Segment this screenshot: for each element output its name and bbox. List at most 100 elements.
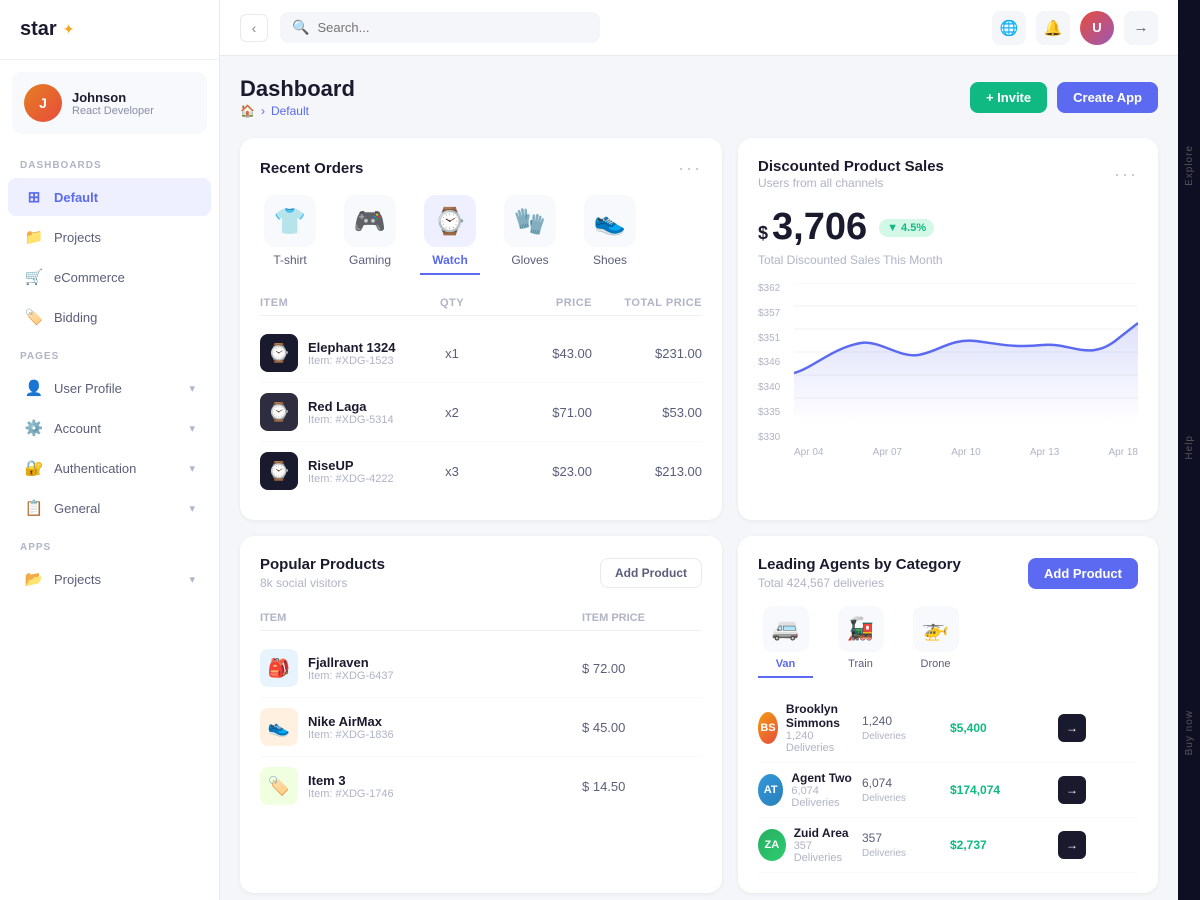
table-row: ⌚ Red Laga Item: #XDG-5314 x2 $71.00 $53… xyxy=(260,383,702,442)
top-row: Recent Orders ··· 👕 T-shirt 🎮 Gaming ⌚ xyxy=(240,138,1158,520)
logo-star-icon: ✦ xyxy=(63,21,75,38)
agent-arrow-button[interactable]: → xyxy=(1058,831,1086,859)
table-row: AT Agent Two 6,074 Deliveries 6,074Deliv… xyxy=(758,763,1138,818)
order-tab-watch[interactable]: ⌚ Watch xyxy=(420,195,480,275)
agent-info: ZA Zuid Area 357 Deliveries xyxy=(758,826,854,864)
help-label[interactable]: Help xyxy=(1184,435,1195,460)
chevron-down-icon: ▾ xyxy=(189,422,195,435)
user-role: React Developer xyxy=(72,105,154,117)
item-info: 👟 Nike AirMax Item: #XDG-1836 xyxy=(260,708,582,746)
discounted-sales-menu[interactable]: ··· xyxy=(1114,164,1138,185)
topbar-right: 🌐 🔔 U → xyxy=(992,11,1158,45)
search-icon: 🔍 xyxy=(292,19,309,36)
chart-container: $362 $357 $351 $346 $340 $335 $330 xyxy=(758,283,1138,443)
item-info: ⌚ Elephant 1324 Item: #XDG-1523 xyxy=(260,334,412,372)
agents-tabs: 🚐 Van 🚂 Train 🚁 Drone xyxy=(758,606,1138,678)
search-input[interactable] xyxy=(317,20,588,35)
gloves-icon: 🧤 xyxy=(504,195,556,247)
sidebar-item-apps-projects[interactable]: 📂 Projects ▾ xyxy=(8,560,211,598)
item-image: ⌚ xyxy=(260,334,298,372)
discounted-sales-title: Discounted Product Sales xyxy=(758,158,944,175)
drone-icon: 🚁 xyxy=(913,606,959,652)
list-item: 🎒 Fjallraven Item: #XDG-6437 $ 72.00 xyxy=(260,639,702,698)
account-icon: ⚙️ xyxy=(24,418,44,438)
table-row: BS Brooklyn Simmons 1,240 Deliveries 1,2… xyxy=(758,694,1138,763)
breadcrumb-separator: › xyxy=(261,104,265,118)
item-info: 🎒 Fjallraven Item: #XDG-6437 xyxy=(260,649,582,687)
tshirt-icon: 👕 xyxy=(264,195,316,247)
item-info: ⌚ RiseUP Item: #XDG-4222 xyxy=(260,452,412,490)
agent-earnings: $2,737 xyxy=(950,838,1050,852)
bottom-row: Popular Products 8k social visitors Add … xyxy=(240,536,1158,893)
item-image: 🎒 xyxy=(260,649,298,687)
notification-icon[interactable]: 🔔 xyxy=(1036,11,1070,45)
discounted-sales-card: Discounted Product Sales Users from all … xyxy=(738,138,1158,520)
discounted-sales-header: Discounted Product Sales Users from all … xyxy=(758,158,1138,190)
recent-orders-menu[interactable]: ··· xyxy=(678,158,702,179)
shoes-icon: 👟 xyxy=(584,195,636,247)
agent-arrow-button[interactable]: → xyxy=(1058,776,1086,804)
topbar-avatar[interactable]: U xyxy=(1080,11,1114,45)
orders-table-header: ITEM QTY PRICE TOTAL PRICE xyxy=(260,291,702,316)
add-product-button[interactable]: Add Product xyxy=(600,558,702,588)
sidebar-item-account[interactable]: ⚙️ Account ▾ xyxy=(8,409,211,447)
sidebar-item-projects[interactable]: 📁 Projects xyxy=(8,218,211,256)
page-content: Dashboard 🏠 › Default + Invite Create Ap… xyxy=(220,56,1178,900)
arrow-right-icon[interactable]: → xyxy=(1124,11,1158,45)
grid-icon: ⊞ xyxy=(24,187,44,207)
sidebar-item-user-profile[interactable]: 👤 User Profile ▾ xyxy=(8,369,211,407)
agent-avatar: BS xyxy=(758,712,778,744)
agent-avatar: ZA xyxy=(758,829,786,861)
projects-icon: 📁 xyxy=(24,227,44,247)
order-tabs: 👕 T-shirt 🎮 Gaming ⌚ Watch 🧤 Gloves xyxy=(260,195,702,275)
agent-info: AT Agent Two 6,074 Deliveries xyxy=(758,771,854,809)
chart-svg xyxy=(794,283,1138,423)
item-image: ⌚ xyxy=(260,393,298,431)
sidebar-item-general[interactable]: 📋 General ▾ xyxy=(8,489,211,527)
agent-deliveries-count: 357Deliveries xyxy=(862,831,942,859)
recent-orders-card: Recent Orders ··· 👕 T-shirt 🎮 Gaming ⌚ xyxy=(240,138,722,520)
globe-icon[interactable]: 🌐 xyxy=(992,11,1026,45)
agent-arrow-button[interactable]: → xyxy=(1058,714,1086,742)
products-table-header: ITEM ITEM PRICE xyxy=(260,606,702,631)
topbar: ‹ 🔍 🌐 🔔 U → xyxy=(220,0,1178,56)
breadcrumb: 🏠 › Default xyxy=(240,104,355,118)
item-image: 👟 xyxy=(260,708,298,746)
agent-tab-van[interactable]: 🚐 Van xyxy=(758,606,813,678)
collapse-button[interactable]: ‹ xyxy=(240,14,268,42)
sidebar-item-default[interactable]: ⊞ Default xyxy=(8,178,211,216)
buy-now-label[interactable]: Buy now xyxy=(1184,710,1195,755)
agent-tab-train[interactable]: 🚂 Train xyxy=(833,606,888,678)
order-tab-tshirt[interactable]: 👕 T-shirt xyxy=(260,195,320,275)
breadcrumb-current: Default xyxy=(271,104,309,118)
chevron-down-icon: ▾ xyxy=(189,502,195,515)
order-tab-gloves[interactable]: 🧤 Gloves xyxy=(500,195,560,275)
sidebar-item-authentication[interactable]: 🔐 Authentication ▾ xyxy=(8,449,211,487)
order-tab-gaming[interactable]: 🎮 Gaming xyxy=(340,195,400,275)
user-profile-icon: 👤 xyxy=(24,378,44,398)
agent-avatar: AT xyxy=(758,774,783,806)
general-icon: 📋 xyxy=(24,498,44,518)
discount-value: $ 3,706 xyxy=(758,206,867,249)
agents-add-product-button[interactable]: Add Product xyxy=(1028,558,1138,589)
agent-tab-drone[interactable]: 🚁 Drone xyxy=(908,606,963,678)
page-title: Dashboard xyxy=(240,76,355,102)
sidebar-item-bidding[interactable]: 🏷️ Bidding xyxy=(8,298,211,336)
sidebar-item-ecommerce[interactable]: 🛒 eCommerce xyxy=(8,258,211,296)
user-name: Johnson xyxy=(72,90,154,105)
popular-products-subtitle: 8k social visitors xyxy=(260,576,385,590)
order-tab-shoes[interactable]: 👟 Shoes xyxy=(580,195,640,275)
table-row: ZA Zuid Area 357 Deliveries 357Deliverie… xyxy=(758,818,1138,873)
bidding-icon: 🏷️ xyxy=(24,307,44,327)
explore-label[interactable]: Explore xyxy=(1184,145,1195,186)
avatar: J xyxy=(24,84,62,122)
list-item: 👟 Nike AirMax Item: #XDG-1836 $ 45.00 xyxy=(260,698,702,757)
invite-button[interactable]: + Invite xyxy=(970,82,1047,113)
search-bar: 🔍 xyxy=(280,12,600,43)
create-app-button[interactable]: Create App xyxy=(1057,82,1158,113)
chart-x-labels: Apr 04 Apr 07 Apr 10 Apr 13 Apr 18 xyxy=(794,447,1138,458)
item-info: 🏷️ Item 3 Item: #XDG-1746 xyxy=(260,767,582,805)
breadcrumb-home-icon: 🏠 xyxy=(240,104,255,118)
recent-orders-header: Recent Orders ··· xyxy=(260,158,702,179)
vertical-right-panel: Explore Help Buy now xyxy=(1178,0,1200,900)
